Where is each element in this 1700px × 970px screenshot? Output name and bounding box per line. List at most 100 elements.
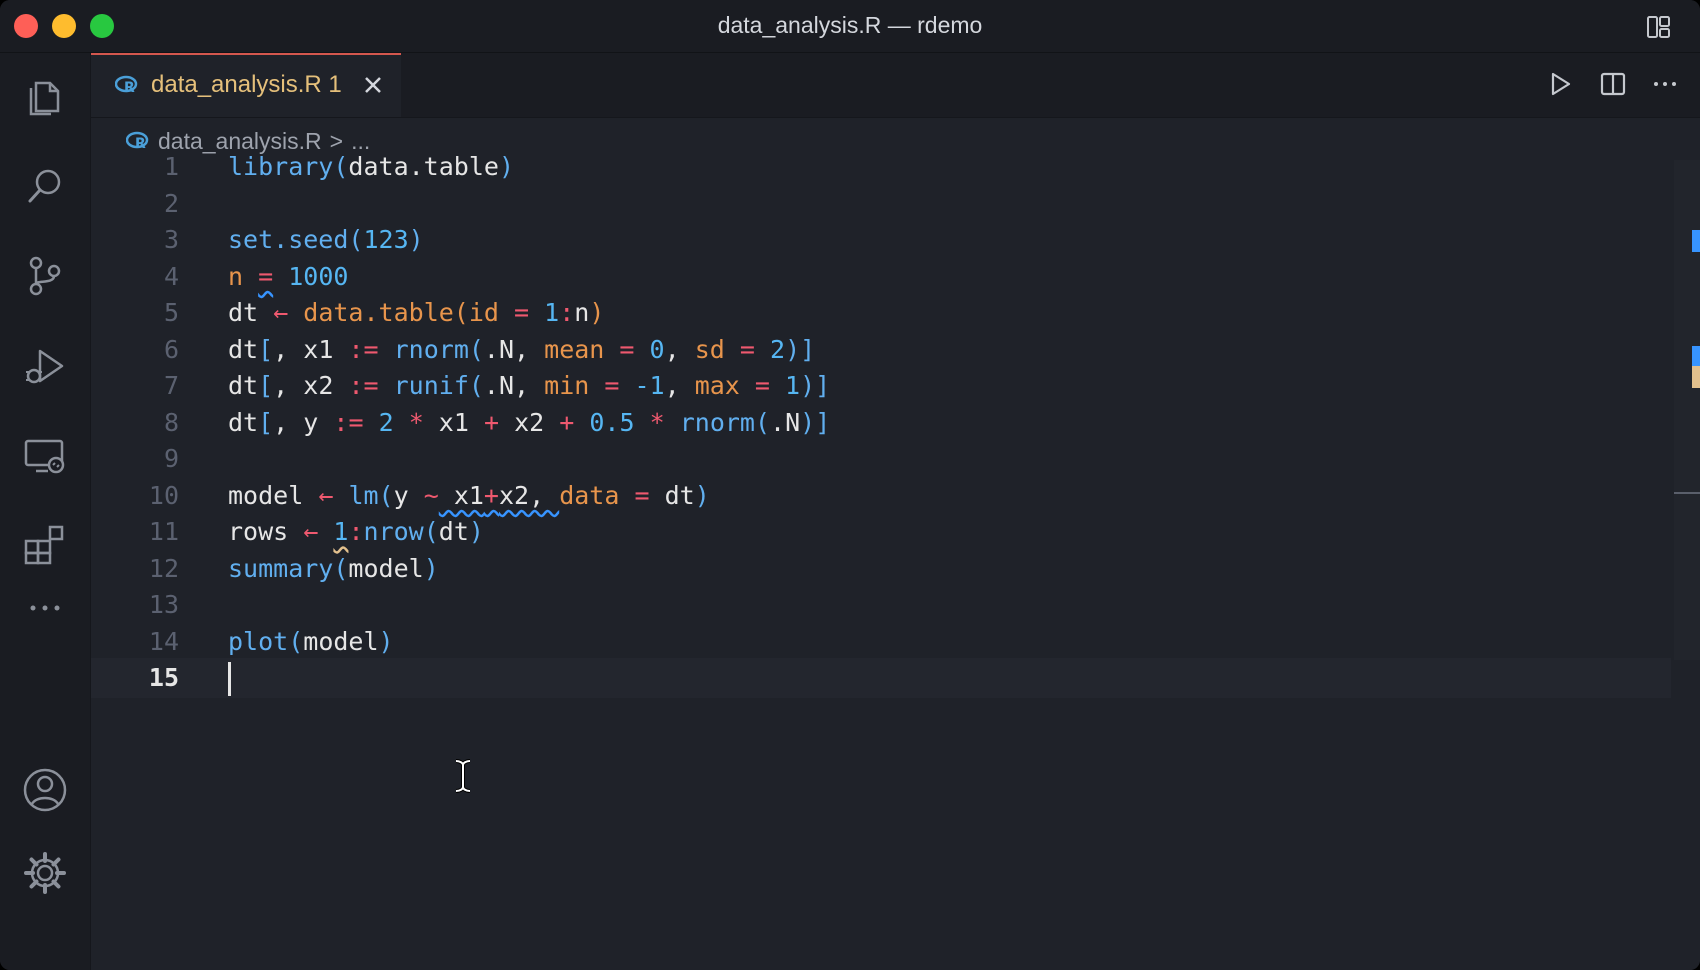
code-token: ) xyxy=(694,480,710,510)
code-line[interactable]: 15 xyxy=(91,658,1671,698)
code-token: = xyxy=(634,480,650,510)
code-editor[interactable]: 1 library(data.table) 2 3 set.seed(123) 4 n = … xyxy=(91,152,1700,970)
code-token: * xyxy=(408,407,424,437)
remote-explorer-icon[interactable] xyxy=(20,431,70,481)
line-number: 1 xyxy=(163,152,179,181)
explorer-icon[interactable] xyxy=(20,73,70,123)
code-token: y xyxy=(393,480,424,510)
overview-mark-info xyxy=(1692,230,1700,252)
code-token: model xyxy=(228,480,319,510)
code-token: .N xyxy=(770,407,801,437)
customize-layout-icon[interactable] xyxy=(1646,14,1672,40)
search-icon[interactable] xyxy=(20,161,70,211)
code-token: .N, xyxy=(483,334,545,364)
split-editor-icon[interactable] xyxy=(1598,69,1628,99)
code-line[interactable]: 6 dt[, x1 := rnorm(.N, mean = 0, sd = 2)] xyxy=(91,330,1671,370)
run-debug-icon[interactable] xyxy=(20,341,70,391)
code-token: 2 xyxy=(770,334,786,364)
code-token: 2 xyxy=(378,407,394,437)
code-token: ) xyxy=(498,152,514,181)
line-number: 14 xyxy=(148,626,179,656)
code-token: n xyxy=(228,261,259,291)
code-token: dt xyxy=(438,517,469,546)
code-line[interactable]: 12 summary(model) xyxy=(91,549,1671,589)
code-token: .N, xyxy=(483,371,545,400)
title-bar: data_analysis.R — rdemo xyxy=(0,0,1700,53)
code-line[interactable]: 7 dt[, x2 := runif(.N, min = -1, max = 1)… xyxy=(91,366,1671,406)
code-text: library(data.table) xyxy=(228,147,514,187)
code-token: = xyxy=(258,261,274,291)
code-token: + xyxy=(483,407,500,437)
code-token: rnorm( xyxy=(679,407,771,437)
code-text: dt[, y := 2 * x1 + x2 + 0.5 * rnorm(.N)] xyxy=(228,403,830,443)
code-token: data.table( xyxy=(303,298,469,327)
close-icon[interactable] xyxy=(363,75,383,95)
code-token: model xyxy=(303,626,379,656)
overview-ruler[interactable] xyxy=(1674,160,1700,660)
code-token: mean xyxy=(544,334,605,364)
code-line[interactable]: 3 set.seed(123) xyxy=(91,220,1671,260)
code-token: ~ xyxy=(423,480,439,510)
code-line[interactable]: 9 xyxy=(91,439,1671,479)
code-token: x1 xyxy=(423,407,484,437)
code-token: x1 xyxy=(438,480,484,510)
code-line[interactable]: 14 plot(model) xyxy=(91,622,1671,662)
code-line[interactable]: 1 library(data.table) xyxy=(91,147,1671,187)
tab-data-analysis[interactable]: R data_analysis.R 1 xyxy=(91,53,401,117)
window-title: data_analysis.R — rdemo xyxy=(717,12,983,38)
account-icon[interactable] xyxy=(20,765,70,815)
code-line[interactable]: 4 n = 1000 xyxy=(91,257,1671,297)
code-token: sd xyxy=(694,334,725,364)
code-token: rnorm( xyxy=(393,334,484,364)
more-icon[interactable] xyxy=(20,583,70,633)
code-line[interactable]: 8 dt[, y := 2 * x1 + x2 + 0.5 * rnorm(.N)… xyxy=(91,403,1671,443)
code-token: lm( xyxy=(348,480,394,510)
code-token: x2, xyxy=(498,480,560,510)
code-token: 1000 xyxy=(288,261,349,291)
overview-mark-warning xyxy=(1692,366,1700,388)
code-line[interactable]: 10 model ← lm(y ~ x1+x2, data = dt) xyxy=(91,476,1671,516)
text-caret xyxy=(228,662,231,696)
code-token: x2 xyxy=(499,407,560,437)
extensions-icon[interactable] xyxy=(20,519,70,569)
r-file-icon: R xyxy=(114,73,139,97)
run-icon[interactable] xyxy=(1545,69,1575,99)
code-token: model xyxy=(348,553,424,583)
code-token: dt xyxy=(228,407,259,437)
code-line[interactable]: 2 xyxy=(91,184,1671,224)
code-text: model ← lm(y ~ x1+x2, data = dt) xyxy=(228,476,710,516)
line-number: 12 xyxy=(148,553,179,583)
source-control-icon[interactable] xyxy=(20,251,70,301)
code-token: )] xyxy=(800,407,831,437)
code-token: [ xyxy=(258,407,274,437)
settings-gear-icon[interactable] xyxy=(20,848,70,898)
code-text: set.seed(123) xyxy=(228,220,424,260)
line-number: 2 xyxy=(163,188,179,218)
scrollbar-thumb-line[interactable] xyxy=(1674,492,1700,494)
code-line[interactable]: 13 xyxy=(91,585,1671,625)
line-number: 13 xyxy=(148,590,179,619)
code-line[interactable]: 11 rows ← 1:nrow(dt) xyxy=(91,512,1671,552)
code-token: , xyxy=(664,334,695,364)
code-token: summary( xyxy=(228,553,349,583)
code-token: , x1 xyxy=(273,334,349,364)
more-actions-icon[interactable] xyxy=(1650,69,1680,99)
code-line[interactable]: 5 dt ← data.table(id = 1:n) xyxy=(91,293,1671,333)
code-token: := xyxy=(348,371,379,400)
code-token: ) xyxy=(408,225,424,254)
code-text: n = 1000 xyxy=(228,257,348,297)
code-token: -1 xyxy=(634,371,665,400)
code-token: data xyxy=(559,480,620,510)
code-token: ← xyxy=(273,298,289,327)
svg-text:R: R xyxy=(124,80,135,96)
